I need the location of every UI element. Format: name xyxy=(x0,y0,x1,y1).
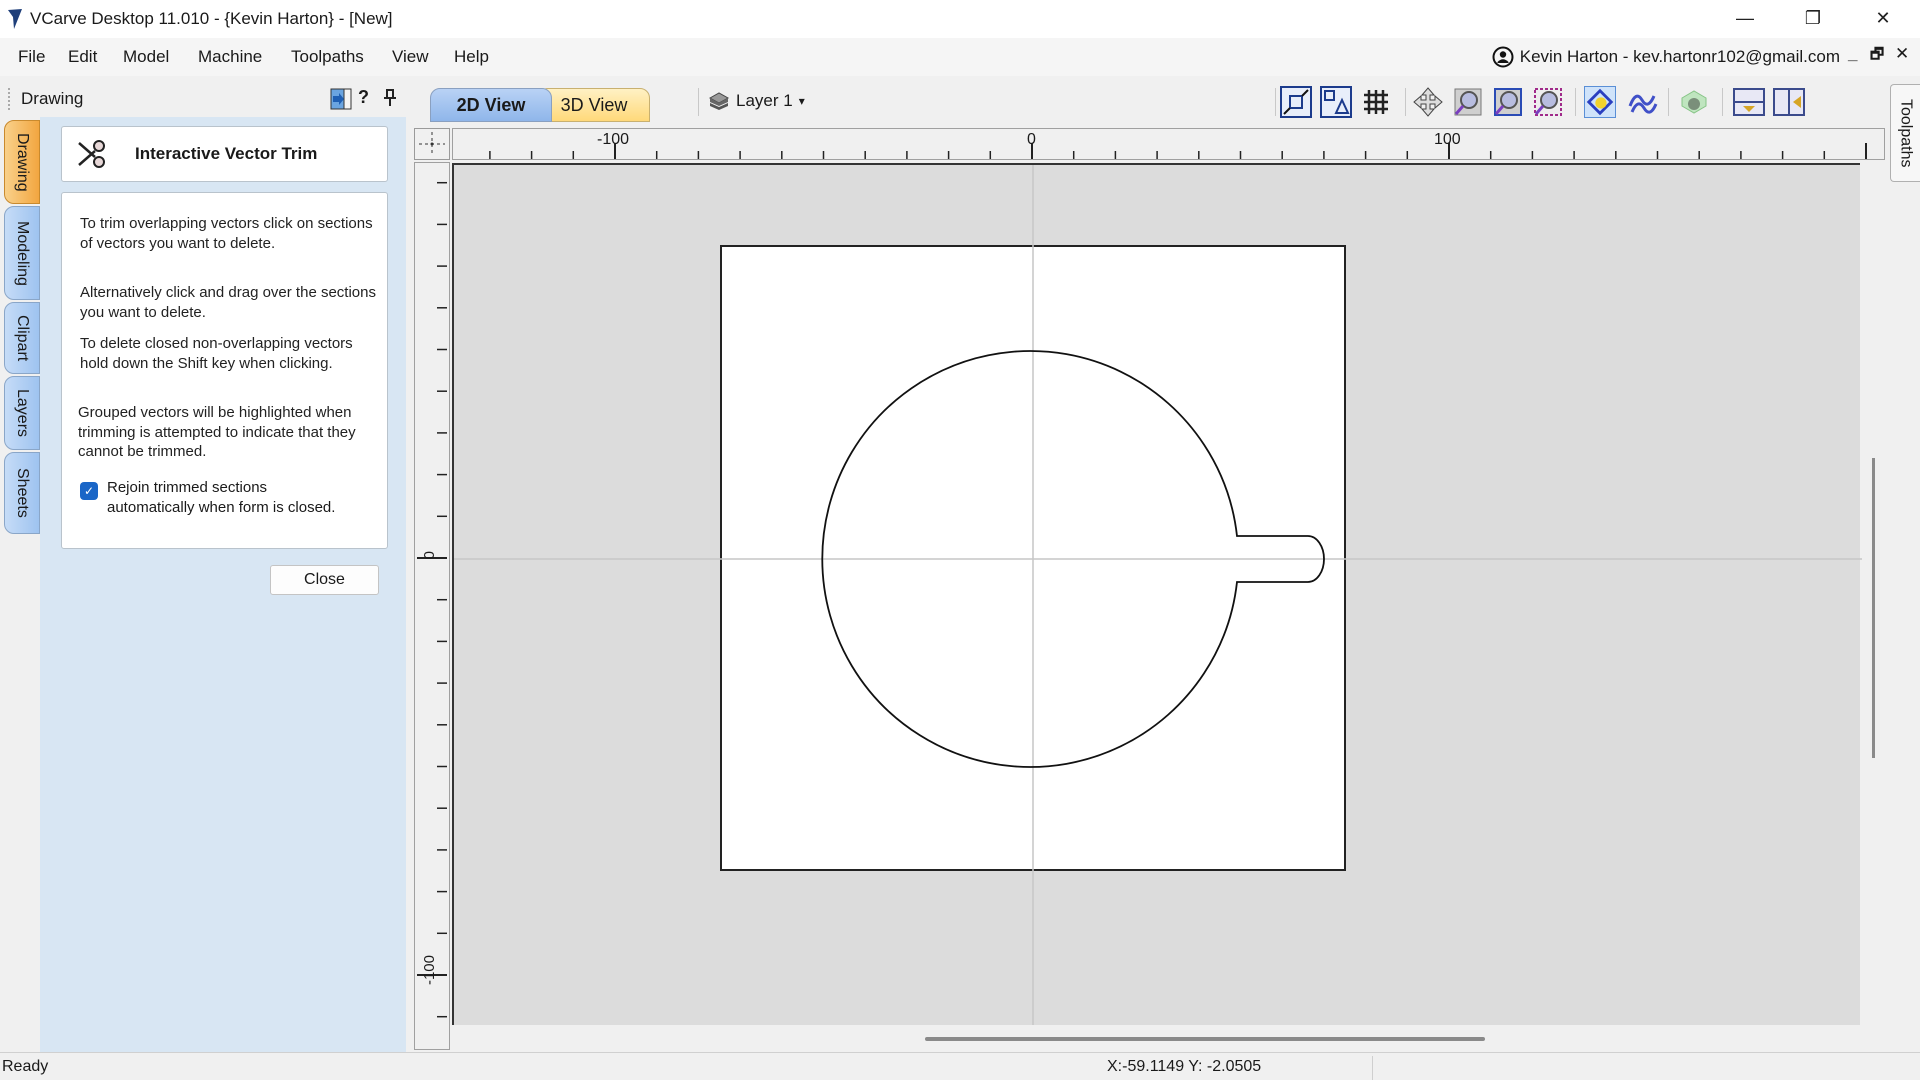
horizontal-scrollbar[interactable] xyxy=(925,1037,1485,1041)
layer-dropdown[interactable]: Layer 1 ▾ xyxy=(708,91,805,111)
restore-icon: ❐ xyxy=(1804,7,1822,28)
menu-model[interactable]: Model xyxy=(123,47,169,67)
tab-drawing[interactable]: Drawing xyxy=(4,120,40,204)
tab-modeling[interactable]: Modeling xyxy=(4,206,40,300)
toolpaths-panel-tab[interactable]: Toolpaths xyxy=(1890,84,1920,182)
vertical-ruler-ticks xyxy=(417,181,447,1018)
status-bar xyxy=(0,1052,1920,1080)
account-info[interactable]: Kevin Harton - kev.hartonr102@gmail.com xyxy=(1492,46,1840,68)
menu-help[interactable]: Help xyxy=(454,47,489,67)
account-label: Kevin Harton - kev.hartonr102@gmail.com xyxy=(1519,47,1840,66)
layers-icon xyxy=(708,92,730,110)
tab-sheets[interactable]: Sheets xyxy=(4,452,40,534)
set-job-size-icon[interactable] xyxy=(1280,86,1312,118)
instruction-drag: Alternatively click and drag over the se… xyxy=(80,284,376,321)
tool-title: Interactive Vector Trim xyxy=(135,144,318,163)
menu-view[interactable]: View xyxy=(392,47,429,67)
snap-options-icon[interactable] xyxy=(1320,86,1352,118)
scissors-icon xyxy=(78,140,105,168)
zoom-box-icon[interactable] xyxy=(1492,86,1524,118)
horizontal-ruler-ticks xyxy=(489,143,1867,159)
close-icon: ✕ xyxy=(1875,7,1891,28)
menu-file[interactable]: File xyxy=(18,47,45,67)
mdi-close-button[interactable]: ✕ xyxy=(1895,44,1909,64)
horizontal-ruler: -100 0 100 xyxy=(452,128,1885,160)
cursor-coordinates: X:-59.1149 Y: -2.0505 xyxy=(1107,1058,1262,1075)
status-divider xyxy=(1372,1056,1373,1080)
split-vertical-icon[interactable] xyxy=(1773,86,1805,118)
show-toolpaths-icon[interactable] xyxy=(1626,86,1658,118)
minimize-button[interactable]: — xyxy=(1715,0,1775,36)
ruler-label-100: 100 xyxy=(1434,131,1461,148)
rejoin-checkbox-label[interactable]: Rejoin trimmed sections automatically wh… xyxy=(107,478,347,517)
tab-clipart[interactable]: Clipart xyxy=(4,302,40,374)
tab-layers[interactable]: Layers xyxy=(4,376,40,450)
split-horizontal-icon[interactable] xyxy=(1733,86,1765,118)
window-title: VCarve Desktop 11.010 - {Kevin Harton} -… xyxy=(30,9,393,28)
panel-grip[interactable] xyxy=(8,88,11,110)
panel-title: Drawing xyxy=(21,89,84,108)
show-model-icon[interactable] xyxy=(1678,86,1710,118)
menu-toolpaths[interactable]: Toolpaths xyxy=(291,47,364,67)
mdi-restore-button[interactable]: 🗗 xyxy=(1870,44,1884,69)
tab-3d-view[interactable]: 3D View xyxy=(538,88,650,122)
rejoin-checkbox[interactable]: ✓ xyxy=(80,482,98,500)
help-icon[interactable]: ? xyxy=(358,87,369,108)
close-button[interactable]: Close xyxy=(270,565,379,595)
status-text: Ready xyxy=(2,1058,49,1075)
vertical-scrollbar[interactable] xyxy=(1872,458,1875,758)
show-vectors-icon[interactable] xyxy=(1584,86,1616,118)
ruler-label-v0: 0 xyxy=(421,551,438,560)
vcarve-logo-icon xyxy=(8,9,22,29)
zoom-extents-icon[interactable] xyxy=(1452,86,1484,118)
close-window-button[interactable]: ✕ xyxy=(1853,0,1913,36)
crosshair-icon xyxy=(419,132,445,156)
layer-label: Layer 1 xyxy=(736,91,793,110)
dock-icon[interactable] xyxy=(330,88,352,110)
panel-tabs: Drawing Modeling Clipart Layers Sheets xyxy=(4,120,40,540)
minimize-icon: — xyxy=(1736,7,1754,28)
zoom-selection-icon[interactable] xyxy=(1532,86,1564,118)
pin-icon[interactable] xyxy=(383,89,397,107)
menu-edit[interactable]: Edit xyxy=(68,47,97,67)
instruction-trim: To trim overlapping vectors click on sec… xyxy=(80,215,373,252)
ruler-label-vneg100: -100 xyxy=(421,955,438,986)
ruler-label-0: 0 xyxy=(1027,131,1036,148)
user-circle-icon xyxy=(1492,46,1514,68)
menu-machine[interactable]: Machine xyxy=(198,47,262,67)
pan-icon[interactable] xyxy=(1412,86,1444,118)
vertical-ruler: 0 -100 xyxy=(414,162,450,1050)
tab-2d-view[interactable]: 2D View xyxy=(430,88,552,122)
ruler-label-neg100: -100 xyxy=(597,131,630,148)
grid-icon[interactable] xyxy=(1360,86,1392,118)
mdi-minimize-button[interactable]: _ xyxy=(1848,44,1857,64)
chevron-down-icon: ▾ xyxy=(798,94,805,108)
canvas-drawing xyxy=(454,165,1862,1027)
drawing-canvas[interactable] xyxy=(452,163,1862,1027)
ruler-origin-button[interactable] xyxy=(414,128,450,160)
instruction-shift: To delete closed non-overlapping vectors… xyxy=(80,335,353,372)
instruction-grouped: Grouped vectors will be highlighted when… xyxy=(78,404,356,460)
restore-button[interactable]: ❐ xyxy=(1783,0,1843,36)
